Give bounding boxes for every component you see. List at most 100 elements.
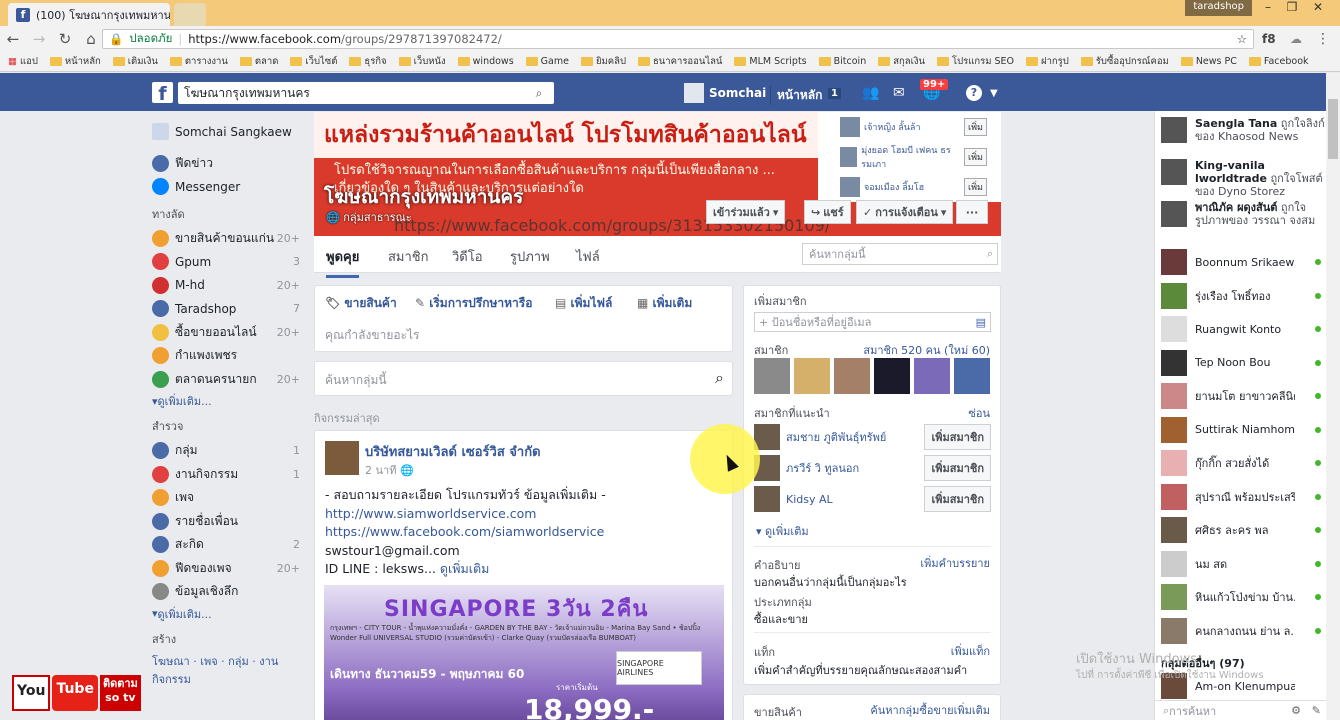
sidebar-item-explore[interactable]: งานกิจกรรม 1 xyxy=(152,463,300,487)
chat-contact[interactable]: รุ่งเรือง โพธิ์ทอง xyxy=(1161,282,1321,309)
tab-photos[interactable]: รูปภาพ xyxy=(510,246,550,267)
sidebar-item-shortcut[interactable]: กำแพงเพชร xyxy=(152,344,300,368)
avatar[interactable] xyxy=(754,486,780,512)
composer-input[interactable]: คุณกำลังขายอะไร xyxy=(325,326,419,345)
see-more-link[interactable]: ดูเพิ่มเติม xyxy=(440,561,490,576)
bookmark-item[interactable]: News PC xyxy=(1180,56,1237,67)
see-more-link[interactable]: ▾ ดูเพิ่มเติม... xyxy=(152,604,300,624)
group-search-input[interactable]: ค้นหากลุ่มนี้ ⌕ xyxy=(802,243,998,265)
bookmark-item[interactable]: Bitcoin xyxy=(818,56,866,67)
bookmark-item[interactable]: ธุรกิจ xyxy=(349,54,387,69)
bookmark-item[interactable]: ยิมคลิป xyxy=(580,54,626,69)
post-image[interactable]: SINGAPORE 3วัน 2คืน กรุงเทพฯ - CITY TOUR… xyxy=(324,585,724,720)
extension-icon[interactable]: f8 xyxy=(1262,32,1276,46)
avatar[interactable] xyxy=(840,177,860,197)
bookmark-item[interactable]: windows xyxy=(457,56,514,67)
sidebar-item-messenger[interactable]: Messenger xyxy=(152,175,300,199)
bookmark-item[interactable]: ตลาด xyxy=(239,54,278,69)
member-thumbnail[interactable] xyxy=(794,358,830,394)
bookmark-item[interactable]: MLM Scripts xyxy=(734,56,807,67)
chat-contact[interactable]: นม สด xyxy=(1161,550,1321,577)
chat-contact[interactable]: กุ๊กกิ๊ก สวยสั่งได้ xyxy=(1161,450,1321,476)
member-thumbnail[interactable] xyxy=(954,358,990,394)
tab-discussion[interactable]: พูดคุย xyxy=(326,246,360,278)
chat-contact[interactable]: Suttirak Niamhom xyxy=(1161,416,1321,443)
browser-tab-active[interactable]: f (100) โฆษณากรุงเทพมหานคร ✕ xyxy=(8,3,170,26)
search-icon[interactable]: ⌕ xyxy=(524,86,554,101)
add-tags-link[interactable]: เพิ่มแท็ก xyxy=(951,642,990,660)
bookmark-star-icon[interactable]: ☆ xyxy=(1237,32,1247,46)
sidebar-item-shortcut[interactable]: M-hd 20+ xyxy=(152,274,300,298)
bookmark-item[interactable]: ▦ แอป xyxy=(8,54,38,69)
bookmark-item[interactable]: ตารางงาน xyxy=(169,54,228,69)
bookmark-item[interactable]: โปรแกรม SEO xyxy=(936,54,1014,69)
browser-profile[interactable]: taradshop xyxy=(1185,0,1252,16)
bookmark-item[interactable]: ธนาคารออนไลน์ xyxy=(638,54,722,69)
post-link[interactable]: https://www.facebook.com/siamworldservic… xyxy=(325,523,725,542)
tab-videos[interactable]: วิดีโอ xyxy=(452,246,483,267)
post-author-avatar[interactable] xyxy=(325,441,359,475)
menu-icon[interactable]: ⋮ xyxy=(1316,31,1330,47)
bookmark-item[interactable]: รับซื้ออุปกรณ์คอม xyxy=(1080,54,1169,69)
member-thumbnail[interactable] xyxy=(914,358,950,394)
add-member-button[interactable]: เพิ่มสมาชิก xyxy=(924,486,991,512)
sidebar-item-shortcut[interactable]: Taradshop 7 xyxy=(152,297,300,321)
member-name[interactable]: Kidsy AL xyxy=(786,493,833,506)
user-link[interactable]: Somchai xyxy=(709,86,766,100)
sidebar-item-newsfeed[interactable]: ฟีดข่าว xyxy=(152,152,300,176)
bookmark-item[interactable]: สกุลเงิน xyxy=(878,54,925,69)
bookmark-item[interactable]: เว็บไซต์ xyxy=(290,54,337,69)
share-button[interactable]: ↪ แชร์ xyxy=(804,200,851,224)
create-links[interactable]: โฆษณา · เพจ · กลุ่ม · งานกิจกรรม xyxy=(152,652,292,688)
close-window-icon[interactable]: ✕ xyxy=(1306,0,1330,18)
sidebar-item-explore[interactable]: รายชื่อเพื่อน xyxy=(152,510,300,534)
post-time[interactable]: 2 นาที 🌐 xyxy=(365,461,414,479)
composer-tab-more[interactable]: ▦ เพิ่มเติม xyxy=(637,294,692,313)
chat-contact[interactable]: หินแก้วโป่งข่าม บ้าน... xyxy=(1161,584,1321,610)
bookmark-item[interactable]: Game xyxy=(525,56,569,67)
ticker-name[interactable]: King-vanila lworldtrade xyxy=(1195,159,1267,185)
chat-contact[interactable]: Boonnum Srikaew xyxy=(1161,249,1321,275)
see-more-link[interactable]: ▾ ดูเพิ่มเติม xyxy=(756,522,809,540)
chevron-down-icon[interactable]: ▼ xyxy=(990,88,998,99)
bookmark-item[interactable]: เติมเงิน xyxy=(112,54,158,69)
friend-requests-icon[interactable]: 👥 xyxy=(862,85,879,101)
sidebar-item-shortcut[interactable]: ตลาดนครนายก 20+ xyxy=(152,368,300,392)
avatar[interactable] xyxy=(840,147,858,167)
sidebar-item-explore[interactable]: สะกิด 2 xyxy=(152,533,300,557)
minimize-icon[interactable]: – xyxy=(1256,0,1280,18)
composer-tab-sell[interactable]: 🏷 ขายสินค้า xyxy=(325,294,397,313)
hide-link[interactable]: ซ่อน xyxy=(968,404,990,422)
forward-icon[interactable]: → xyxy=(26,30,52,48)
maximize-icon[interactable]: ❐ xyxy=(1280,0,1304,18)
add-member-input[interactable]: + ป้อนชื่อหรือที่อยู่อีเมล ▤ xyxy=(754,312,991,332)
profile-link[interactable]: Somchai Sangkaew xyxy=(152,120,300,144)
suggested-friend[interactable]: เจ้าหญิง ลั้นล้า เพิ่ม xyxy=(818,112,1001,142)
chat-contact[interactable]: Tep Noon Bou xyxy=(1161,349,1321,376)
address-bar[interactable]: 🔒 ปลอดภัย | https://www.facebook.com/gro… xyxy=(102,29,1254,49)
tab-members[interactable]: สมาชิก xyxy=(388,246,429,267)
page-scrollbar[interactable] xyxy=(1326,73,1340,720)
ticker-name[interactable]: พาณิภัค ผดุงสันต์ xyxy=(1195,201,1277,214)
messenger-icon[interactable]: ✉ xyxy=(893,85,905,101)
suggested-friend[interactable]: จอมเมือง ลิ้มโฮ เพิ่ม xyxy=(818,172,1001,202)
ticker-item[interactable]: King-vanila lworldtrade ถูกใจโพสต์ของ Dy… xyxy=(1161,159,1323,199)
chat-contact[interactable]: Ruangwit Konto xyxy=(1161,316,1321,342)
bookmark-item[interactable]: ฝากรูป xyxy=(1026,54,1069,69)
avatar[interactable] xyxy=(684,83,704,103)
chat-search-input[interactable]: ⌕ การค้นหา ⚙ ✎ xyxy=(1155,700,1327,720)
bookmark-item[interactable]: เว็บหนัง xyxy=(398,54,446,69)
ticker-item[interactable]: Saengla Tana ถูกใจลิงก์ของ Khaosod News xyxy=(1161,117,1325,157)
new-tab-button[interactable] xyxy=(174,3,206,26)
add-member-button[interactable]: เพิ่มสมาชิก xyxy=(924,455,991,481)
post-author[interactable]: บริษัทสยามเวิลด์ เซอร์วิส จำกัด xyxy=(365,441,541,462)
suggested-member[interactable]: Kidsy AL เพิ่มสมาชิก xyxy=(754,486,991,512)
members-count-link[interactable]: สมาชิก 520 คน (ใหม่ 60) xyxy=(863,341,990,359)
composer-tab-file[interactable]: ▤ เพิ่มไฟล์ xyxy=(555,294,612,313)
back-icon[interactable]: ← xyxy=(0,30,26,48)
member-thumbnail[interactable] xyxy=(754,358,790,394)
add-description-link[interactable]: เพิ่มคำบรรยาย xyxy=(920,554,990,572)
chat-contact[interactable]: สุปราณี พร้อมประเสริฐ xyxy=(1161,483,1321,510)
add-friend-button[interactable]: เพิ่ม xyxy=(964,178,987,196)
sidebar-item-shortcut[interactable]: Gpum 3 xyxy=(152,250,300,274)
